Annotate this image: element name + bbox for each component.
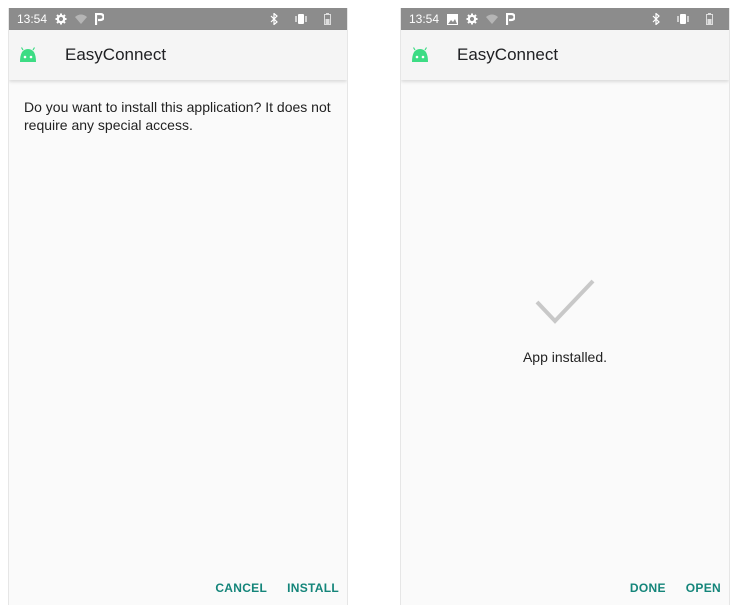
battery-icon [324,12,331,26]
dialog-actions: DONE OPEN [630,581,721,595]
app-bar: EasyConnect [9,30,347,80]
wifi-icon [486,12,499,26]
bluetooth-icon [652,12,660,26]
vibrate-icon [676,12,690,26]
app-title: EasyConnect [457,45,559,64]
vibrate-icon [294,12,308,26]
status-bar: 13:54 [401,8,729,30]
battery-icon [706,12,713,26]
app-bar: EasyConnect [401,30,729,80]
android-icon [411,46,429,64]
cancel-button[interactable]: CANCEL [215,581,267,595]
app-title: EasyConnect [65,45,167,64]
install-message: Do you want to install this application?… [24,99,331,133]
p-icon [95,12,105,26]
gear-icon [55,12,67,26]
checkmark-icon [534,278,596,331]
android-icon [19,46,37,64]
done-button[interactable]: DONE [630,581,666,595]
success-message: App installed. [522,349,608,365]
install-prompt-screen: 13:54 EasyConnect Do you want to install… [8,8,348,605]
status-bar: 13:54 [9,8,347,30]
open-button[interactable]: OPEN [686,581,721,595]
install-button[interactable]: INSTALL [287,581,339,595]
gear-icon [466,12,478,26]
install-success: App installed. [401,278,729,365]
install-complete-screen: 13:54 EasyConnect App installed. DONE OP… [400,8,730,605]
bluetooth-icon [270,12,278,26]
dialog-actions: CANCEL INSTALL [215,581,339,595]
wifi-icon [75,12,88,26]
status-time: 13:54 [17,12,48,26]
p-icon [506,12,516,26]
image-icon [447,12,459,26]
status-time: 13:54 [409,12,440,26]
